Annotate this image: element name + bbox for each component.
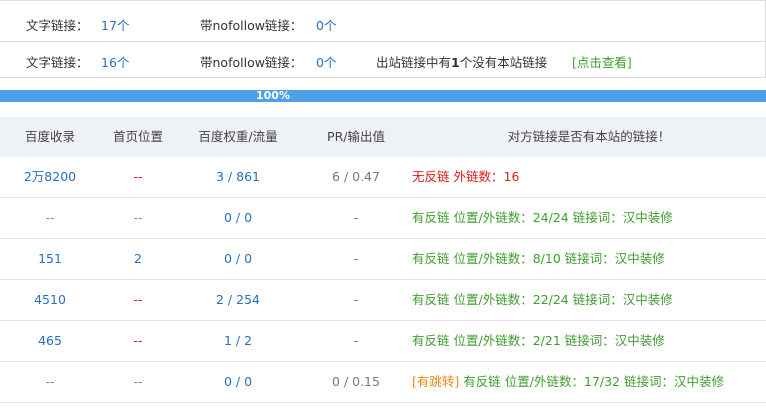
nofollow-link-label: 带nofollow链接： (200, 18, 303, 33)
has-backlink-label: 有反链 (463, 374, 501, 389)
backlink-status: 有反链 位置/外链数：2/21 链接词：汉中装修 (412, 321, 766, 361)
pr-output: - (353, 251, 359, 266)
pr-output: 0 / 0.15 (332, 374, 380, 389)
baidu-index[interactable]: 4510 (0, 280, 100, 320)
baidu-weight[interactable]: 1 / 2 (176, 321, 300, 361)
backlink-status: [有跳转] 有反链 位置/外链数：17/32 链接词：汉中装修 (412, 362, 766, 402)
header-home-position: 首页位置 (112, 129, 163, 144)
outlink-count: 外链数：16 (453, 169, 520, 184)
table-row: 465 -- 1 / 2 - 有反链 位置/外链数：2/21 链接词：汉中装修 (0, 321, 766, 362)
baidu-weight[interactable]: 2 / 254 (176, 280, 300, 320)
backlink-status: 有反链 位置/外链数：24/24 链接词：汉中装修 (412, 198, 766, 238)
text-link-count: 16个 (101, 55, 130, 70)
has-backlink-label: 有反链 (412, 292, 450, 307)
position-outlinks: 位置/外链数：22/24 (453, 292, 569, 307)
outbound-missing-count: 1 (451, 55, 460, 70)
anchor-keyword: 链接词：汉中装修 (572, 210, 673, 225)
home-position: -- (133, 210, 143, 225)
check-link[interactable]: [点击查看] (572, 52, 632, 71)
header-backlink-check: 对方链接是否有本站的链接！ (507, 129, 671, 144)
has-backlink-label: 有反链 (412, 333, 450, 348)
table-row: -- -- 0 / 0 0 / 0.15 [有跳转] 有反链 位置/外链数：17… (0, 362, 766, 403)
pr-output: 6 / 0.47 (332, 169, 380, 184)
anchor-keyword: 链接词：汉中装修 (572, 292, 673, 307)
home-position: -- (133, 169, 143, 184)
has-backlink-label: 有反链 (412, 251, 450, 266)
table-header: 百度收录 首页位置 百度权重/流量 PR/输出值 对方链接是否有本站的链接！ (0, 117, 766, 157)
pr-output: - (353, 292, 359, 307)
table-row: -- -- 0 / 0 - 有反链 位置/外链数：24/24 链接词：汉中装修 (0, 198, 766, 239)
home-position: -- (133, 292, 143, 307)
backlink-status: 有反链 位置/外链数：22/24 链接词：汉中装修 (412, 280, 766, 320)
table-row: 4510 -- 2 / 254 - 有反链 位置/外链数：22/24 链接词：汉… (0, 280, 766, 321)
anchor-keyword: 链接词：汉中装修 (564, 251, 665, 266)
table-row: 2万8200 -- 3 / 861 6 / 0.47 无反链 外链数：16 (0, 157, 766, 198)
backlink-status: 有反链 位置/外链数：8/10 链接词：汉中装修 (412, 239, 766, 279)
pr-output: - (353, 333, 359, 348)
position-outlinks: 位置/外链数：24/24 (453, 210, 569, 225)
header-baidu-index: 百度收录 (24, 129, 75, 144)
pr-output: - (353, 210, 359, 225)
baidu-index[interactable]: 151 (0, 239, 100, 279)
baidu-weight[interactable]: 0 / 0 (176, 239, 300, 279)
outbound-link-note: 出站链接中有1个没有本站链接 (376, 55, 548, 70)
position-outlinks: 位置/外链数：2/21 (453, 333, 561, 348)
home-position: 2 (134, 251, 142, 266)
position-outlinks: 位置/外链数：17/32 (504, 374, 620, 389)
nofollow-link-count: 0个 (316, 18, 337, 33)
anchor-keyword: 链接词：汉中装修 (623, 374, 724, 389)
home-position: -- (133, 333, 143, 348)
position-outlinks: 位置/外链数：8/10 (453, 251, 561, 266)
baidu-index[interactable]: 2万8200 (0, 157, 100, 197)
nofollow-link-count: 0个 (316, 55, 337, 70)
baidu-weight[interactable]: 0 / 0 (176, 362, 300, 402)
summary-row-2: 文字链接： 16个 带nofollow链接： 0个 出站链接中有1个没有本站链接… (0, 42, 766, 78)
text-link-label: 文字链接： (26, 18, 89, 33)
baidu-weight[interactable]: 0 / 0 (176, 198, 300, 238)
header-pr-output: PR/输出值 (327, 129, 385, 144)
backlink-status: 无反链 外链数：16 (412, 157, 766, 197)
baidu-index: -- (45, 374, 55, 389)
no-backlink-label: 无反链 (412, 169, 450, 184)
table-row: 151 2 0 / 0 - 有反链 位置/外链数：8/10 链接词：汉中装修 (0, 239, 766, 280)
summary-row-1: 文字链接： 17个 带nofollow链接： 0个 (0, 0, 766, 42)
home-position: -- (133, 374, 143, 389)
baidu-index[interactable]: 465 (0, 321, 100, 361)
baidu-index: -- (45, 210, 55, 225)
header-baidu-weight: 百度权重/流量 (198, 129, 278, 144)
text-link-count: 17个 (101, 18, 130, 33)
redirect-tag: [有跳转] (412, 374, 460, 389)
progress-label: 100% (256, 89, 290, 102)
progress-bar: 100% (0, 89, 766, 102)
anchor-keyword: 链接词：汉中装修 (564, 333, 665, 348)
text-link-label: 文字链接： (26, 55, 89, 70)
baidu-weight[interactable]: 3 / 861 (176, 157, 300, 197)
has-backlink-label: 有反链 (412, 210, 450, 225)
nofollow-link-label: 带nofollow链接： (200, 55, 303, 70)
